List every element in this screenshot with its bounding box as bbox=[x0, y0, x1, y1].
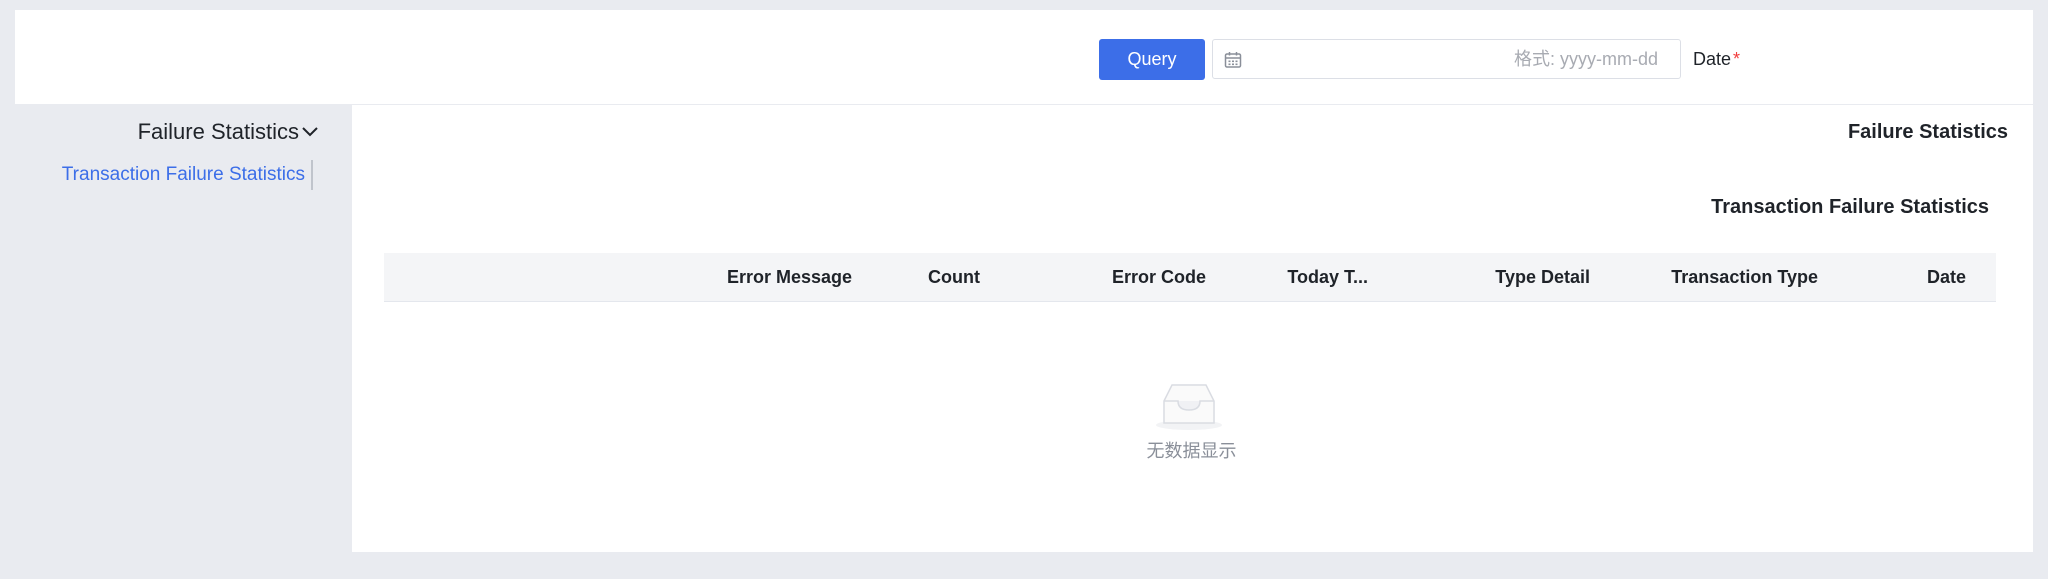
chevron-down-icon[interactable] bbox=[301, 124, 319, 140]
filter-bar: Query Date* bbox=[15, 10, 2033, 104]
required-mark: * bbox=[1733, 49, 1741, 69]
column-header-error-code[interactable]: Error Code bbox=[1112, 267, 1206, 287]
query-button[interactable]: Query bbox=[1099, 39, 1205, 80]
date-label: Date * bbox=[1693, 48, 1740, 70]
empty-state-text: 无数据显示 bbox=[1146, 441, 1237, 461]
table-header: Date Transaction Type Type Detail Today … bbox=[384, 253, 1996, 302]
column-header-transaction-type[interactable]: Transaction Type bbox=[1671, 267, 1818, 287]
page-title: Failure Statistics bbox=[1847, 121, 2008, 143]
calendar-icon[interactable] bbox=[1224, 51, 1242, 69]
column-header-count[interactable]: Count bbox=[928, 267, 980, 287]
column-header-date[interactable]: Date bbox=[1927, 267, 1966, 287]
empty-state: 无数据显示 bbox=[352, 375, 2033, 495]
sidebar-item-transaction-failure-statistics[interactable]: Transaction Failure Statistics bbox=[15, 160, 327, 190]
column-header-type-detail[interactable]: Type Detail bbox=[1495, 267, 1590, 287]
sidebar-group-failure-statistics[interactable]: Failure Statistics bbox=[15, 118, 327, 146]
sidebar-item-label: Transaction Failure Statistics bbox=[61, 164, 305, 185]
sidebar-item-indicator bbox=[311, 160, 313, 190]
column-header-error-message[interactable]: Error Message bbox=[727, 267, 852, 287]
column-header-today-total[interactable]: Today T... bbox=[1287, 267, 1368, 287]
date-input[interactable] bbox=[1253, 40, 1668, 78]
sidebar-group-title: Failure Statistics bbox=[137, 119, 299, 144]
date-input-wrapper[interactable] bbox=[1212, 39, 1681, 79]
date-label-text: Date bbox=[1693, 49, 1732, 69]
section-title: Transaction Failure Statistics bbox=[1711, 196, 1989, 218]
sidebar: Failure Statistics Transaction Failure S… bbox=[15, 104, 352, 554]
empty-inbox-icon bbox=[1156, 384, 1222, 430]
main-panel: Failure Statistics Transaction Failure S… bbox=[352, 105, 2033, 552]
